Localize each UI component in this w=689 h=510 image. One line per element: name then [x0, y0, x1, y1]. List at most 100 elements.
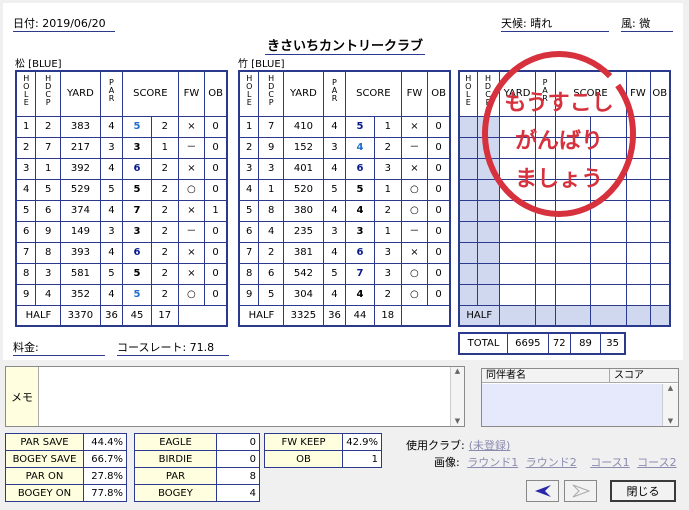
empty-cell — [498, 241, 536, 264]
table-row — [458, 136, 671, 159]
hdcp-value: 8 — [258, 199, 284, 222]
hdcp-value: 6 — [35, 199, 61, 222]
hole-number: 9 — [15, 283, 37, 306]
empty-cell — [458, 199, 478, 222]
scroll-down-icon[interactable]: ▼ — [451, 417, 464, 425]
count-stats-table: EAGLE 0 BIRDIE 0 PAR 8 BOGEY 4 — [134, 433, 260, 502]
hole-number: 7 — [15, 241, 37, 264]
image-link-round2[interactable]: ラウンド2 — [526, 456, 577, 469]
header-ob: OB — [649, 70, 671, 117]
empty-cell — [554, 157, 591, 180]
scroll-up-icon[interactable]: ▲ — [451, 367, 464, 375]
fw-mark: － — [177, 136, 206, 159]
yard-value: 352 — [59, 283, 101, 306]
putt-value: 2 — [373, 199, 402, 222]
yard-value: 304 — [282, 283, 324, 306]
empty-cell — [498, 199, 536, 222]
yard-value: 381 — [282, 241, 324, 264]
score-value: 5 — [122, 283, 152, 306]
empty-cell — [458, 241, 478, 264]
yard-value: 520 — [282, 178, 324, 201]
empty-cell — [625, 115, 651, 138]
close-button[interactable]: 閉じる — [610, 480, 676, 502]
yard-value: 529 — [59, 178, 101, 201]
empty-cell — [649, 136, 671, 159]
fw-mark: × — [400, 157, 429, 180]
stat-row: BOGEY ON 77.8% — [5, 484, 127, 502]
table-row: 8 3 581 5 5 2 × 0 — [15, 262, 228, 285]
companion-scrollbar[interactable]: ▲ ▼ — [662, 384, 678, 426]
stat-label: PAR SAVE — [5, 433, 84, 451]
scroll-up-icon[interactable]: ▲ — [663, 384, 678, 392]
hdcp-value: 3 — [258, 157, 284, 180]
empty-cell — [649, 199, 671, 222]
putt-value: 2 — [150, 157, 179, 180]
header-par: PAR — [322, 70, 347, 117]
hole-number: 8 — [15, 262, 37, 285]
image-link-round1[interactable]: ラウンド1 — [467, 456, 518, 469]
par-value: 4 — [99, 115, 124, 138]
ob-count: 0 — [427, 199, 451, 222]
empty-cell — [534, 283, 556, 306]
memo-label: メモ — [6, 367, 39, 426]
yard-value: 380 — [282, 199, 324, 222]
header-ob: OB — [204, 70, 228, 117]
empty-cell — [476, 115, 500, 138]
stat-row: BOGEY 4 — [134, 484, 260, 502]
companion-list[interactable]: 同伴者名 スコア ▲ ▼ — [481, 368, 679, 427]
image-link-course1[interactable]: コース1 — [590, 456, 629, 469]
putt-value: 1 — [373, 115, 402, 138]
memo-area[interactable]: メモ ▲ ▼ — [5, 366, 465, 427]
fw-mark: × — [177, 115, 206, 138]
hole-number: 3 — [15, 157, 37, 180]
arrow-left-icon — [534, 485, 551, 497]
empty-cell — [498, 262, 536, 285]
ob-count: 0 — [204, 136, 228, 159]
scroll-down-icon[interactable]: ▼ — [663, 417, 678, 425]
header-par: PAR — [99, 70, 124, 117]
hole-number: 6 — [15, 220, 37, 243]
hdcp-value: 1 — [258, 178, 284, 201]
header-hdcp: HDCP — [35, 70, 61, 117]
memo-scrollbar[interactable]: ▲ ▼ — [450, 367, 464, 426]
empty-cell — [498, 283, 536, 306]
arrow-right-icon — [572, 484, 590, 498]
par-value: 5 — [99, 178, 124, 201]
companion-name-header[interactable]: 同伴者名 — [482, 369, 610, 382]
hdcp-value: 9 — [258, 136, 284, 159]
image-link-course2[interactable]: コース2 — [637, 456, 676, 469]
stat-row: PAR ON 27.8% — [5, 467, 127, 485]
score-value: 3 — [345, 220, 375, 243]
empty-cell — [625, 262, 651, 285]
putt-value: 3 — [373, 262, 402, 285]
companion-list-body[interactable] — [482, 384, 662, 426]
yard-value: 542 — [282, 262, 324, 285]
empty-cell — [498, 115, 536, 138]
hdcp-value: 9 — [35, 220, 61, 243]
prev-button[interactable] — [526, 480, 559, 502]
hdcp-value: 7 — [35, 136, 61, 159]
fw-mark: × — [177, 262, 206, 285]
yard-value: 217 — [59, 136, 101, 159]
course-rate-value: 71.8 — [189, 341, 215, 354]
table-row: 3 1 392 4 6 2 × 0 — [15, 157, 228, 180]
fw-mark: ○ — [177, 178, 206, 201]
score-value: 5 — [122, 115, 152, 138]
hole-number: 4 — [15, 178, 37, 201]
ob-count: 0 — [204, 157, 228, 180]
score-value: 4 — [345, 199, 375, 222]
empty-cell — [534, 220, 556, 243]
putt-value: 2 — [150, 199, 179, 222]
companion-score-header[interactable]: スコア — [610, 369, 678, 382]
club-link[interactable]: (未登録) — [469, 439, 511, 452]
stat-value: 0 — [216, 450, 260, 468]
empty-cell — [458, 115, 478, 138]
empty-cell — [649, 241, 671, 264]
table-row: 4 5 529 5 5 2 ○ 0 — [15, 178, 228, 201]
half-row: HALF 3325 36 44 18 — [238, 304, 451, 327]
par-value: 4 — [322, 283, 347, 306]
empty-cell — [554, 262, 591, 285]
next-button[interactable] — [564, 480, 597, 502]
empty-cell — [476, 157, 500, 180]
empty-cell — [534, 304, 556, 327]
